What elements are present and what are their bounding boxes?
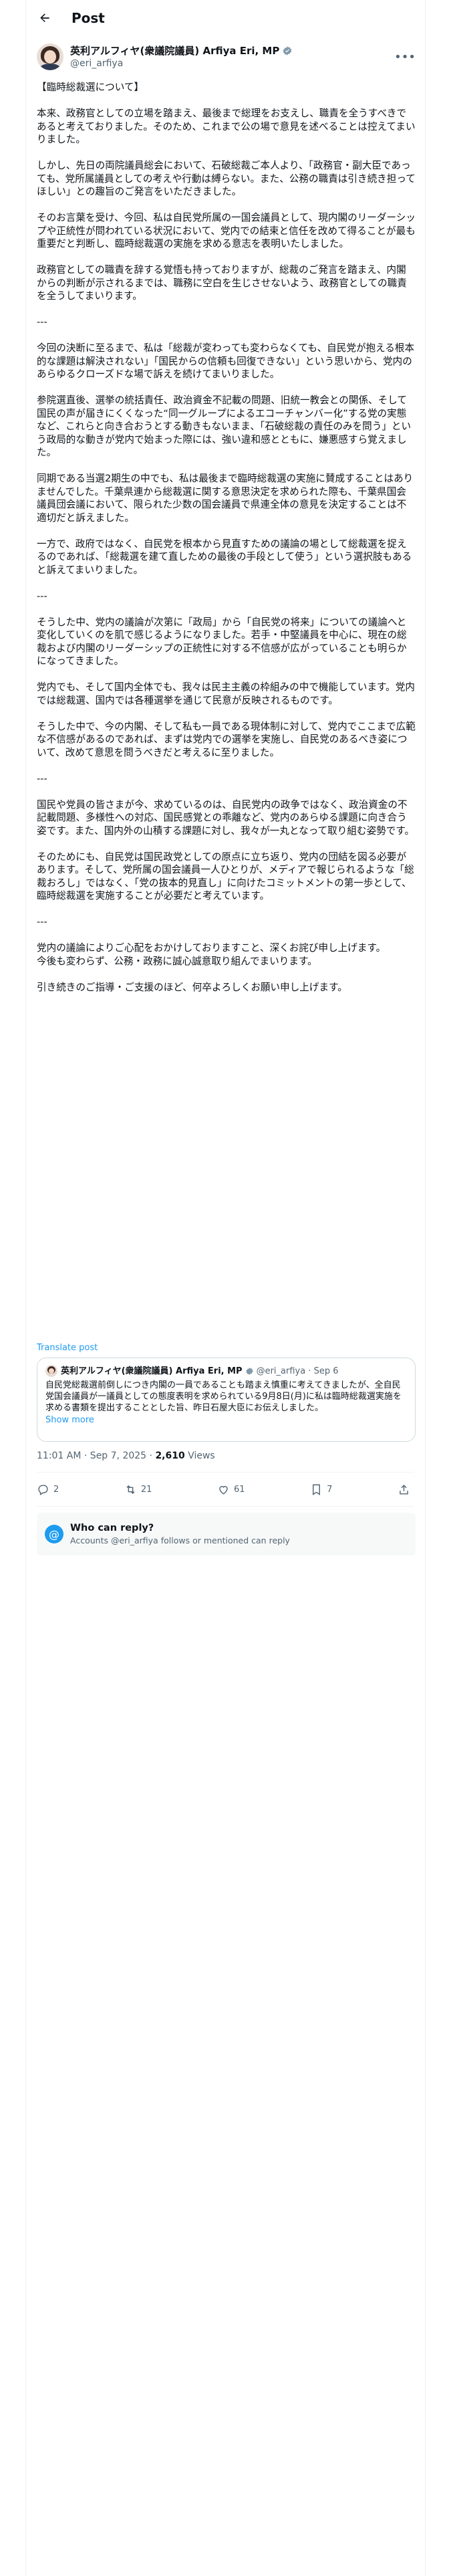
reply-count: 2 [53, 1484, 59, 1495]
page-title: Post [71, 10, 105, 26]
post-timestamp[interactable]: 11:01 AM · Sep 7, 2025 · [37, 1451, 152, 1461]
top-bar: Post [26, 0, 426, 36]
government-badge-icon [283, 46, 292, 56]
translate-post-link[interactable]: Translate post [37, 1343, 98, 1353]
like-button[interactable]: 61 [217, 1483, 245, 1496]
post-meta: 11:01 AM · Sep 7, 2025 · 2,610 Views [37, 1451, 215, 1461]
bookmark-button[interactable]: 7 [310, 1483, 332, 1496]
who-can-reply-text: Who can reply? Accounts @eri_arfiya foll… [70, 1522, 290, 1546]
quoted-author-name: 英利アルフィヤ(衆議院議員) Arfiya Eri, MP [61, 1366, 243, 1376]
reply-icon [38, 1484, 48, 1495]
who-can-reply-notice: @ Who can reply? Accounts @eri_arfiya fo… [37, 1513, 416, 1555]
who-can-reply-title: Who can reply? [70, 1523, 154, 1533]
who-can-reply-subtitle: Accounts @eri_arfiya follows or mentione… [70, 1535, 290, 1545]
author-name-line: 英利アルフィヤ(衆議院議員) Arfiya Eri, MP [70, 45, 396, 58]
views-count: 2,610 [155, 1451, 185, 1461]
avatar[interactable] [37, 43, 63, 70]
author-row: 英利アルフィヤ(衆議院議員) Arfiya Eri, MP @eri_arfiy… [37, 43, 416, 71]
repost-icon [126, 1485, 135, 1494]
share-icon [400, 1484, 408, 1495]
post-column: Post 英利アルフィヤ(衆議院議員) Arfiya Eri, MP @eri_… [25, 0, 426, 2576]
quoted-avatar [45, 1365, 57, 1377]
more-dots-icon: ••• [394, 49, 416, 64]
bookmark-count: 7 [327, 1484, 333, 1495]
quoted-handle-date: @eri_arfiya · Sep 6 [256, 1366, 339, 1376]
back-button[interactable] [33, 6, 57, 30]
author-info: 英利アルフィヤ(衆議院議員) Arfiya Eri, MP @eri_arfiy… [70, 45, 396, 70]
reply-button[interactable]: 2 [37, 1483, 59, 1496]
views-label: Views [188, 1451, 215, 1461]
author-name[interactable]: 英利アルフィヤ(衆議院議員) Arfiya Eri, MP [70, 45, 279, 58]
divider [37, 1506, 414, 1507]
arrow-left-icon [40, 13, 49, 22]
repost-button[interactable]: 21 [124, 1483, 152, 1496]
share-button[interactable] [398, 1483, 414, 1496]
post-text: 【臨時総裁選について】 本来、政務官としての立場を踏まえ、最後まで総理をお支えし… [37, 82, 416, 993]
more-options-button[interactable]: ••• [394, 47, 416, 66]
quoted-text: 自民党総裁選前倒しにつき内閣の一員であることも踏まえ慎重に考えてきましたが、全自… [45, 1380, 402, 1413]
at-sign-icon: @ [45, 1525, 63, 1543]
like-count: 61 [233, 1484, 245, 1495]
quoted-post[interactable]: 英利アルフィヤ(衆議院議員) Arfiya Eri, MP @eri_arfiy… [37, 1358, 416, 1442]
quoted-post-header: 英利アルフィヤ(衆議院議員) Arfiya Eri, MP @eri_arfiy… [45, 1365, 407, 1377]
heart-icon [219, 1485, 228, 1495]
government-badge-icon [245, 1367, 253, 1375]
bookmark-icon [313, 1484, 321, 1495]
show-more-link[interactable]: Show more [45, 1415, 407, 1425]
author-handle[interactable]: @eri_arfiya [70, 58, 396, 70]
repost-count: 21 [140, 1484, 152, 1495]
action-bar: 2 21 61 7 [37, 1473, 414, 1506]
